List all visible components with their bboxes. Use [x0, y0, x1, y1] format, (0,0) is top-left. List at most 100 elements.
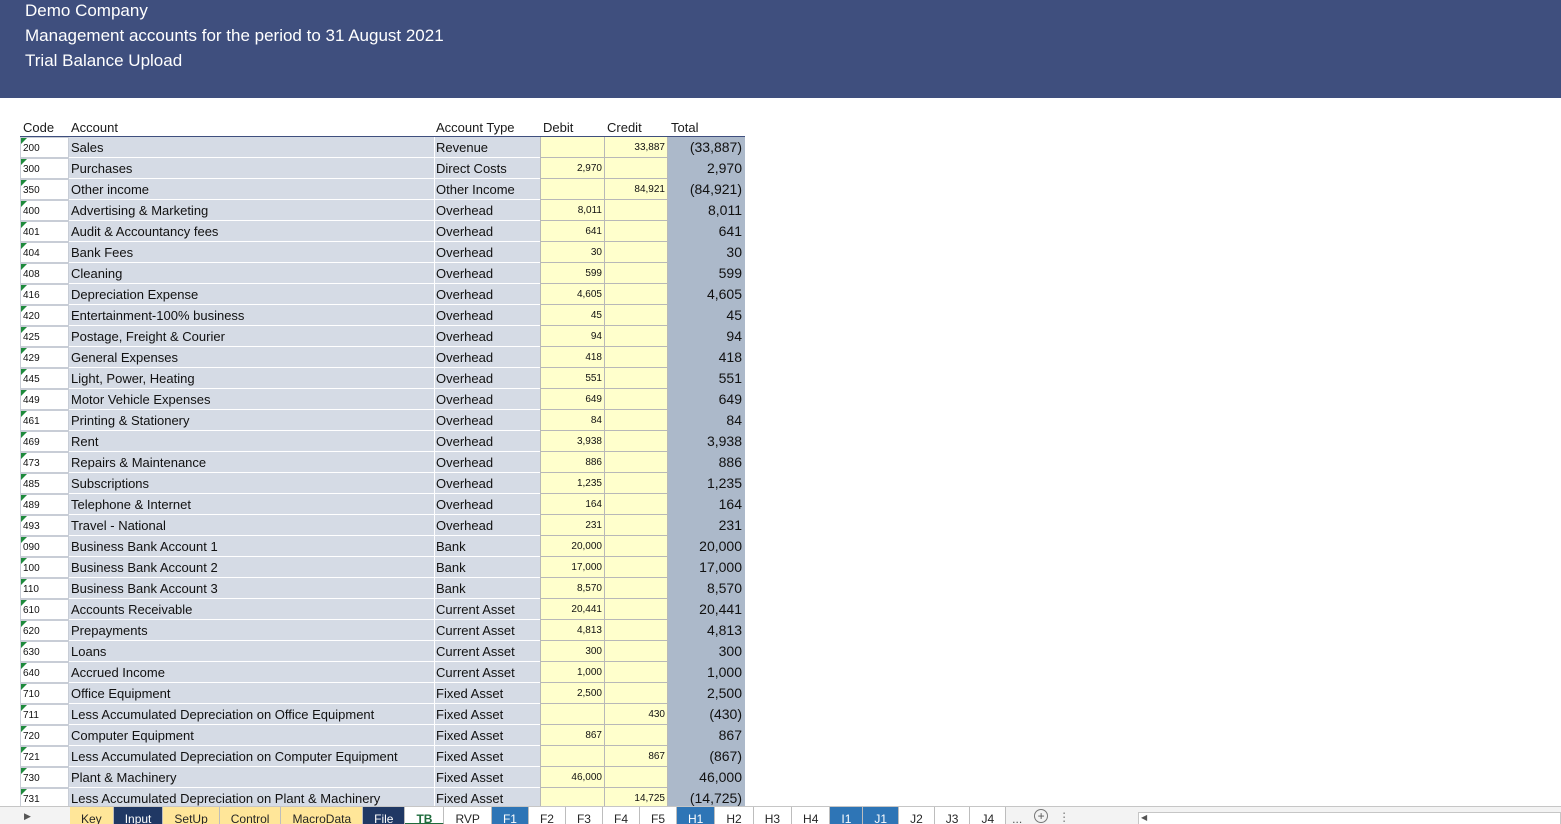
total-cell[interactable]: 94	[668, 326, 745, 347]
account-type-cell[interactable]: Revenue	[435, 137, 540, 158]
header-total[interactable]: Total	[671, 120, 698, 135]
account-type-cell[interactable]: Bank	[435, 536, 540, 557]
account-cell[interactable]: Advertising & Marketing	[69, 200, 435, 221]
header-account-type[interactable]: Account Type	[436, 120, 515, 135]
account-cell[interactable]: Sales	[69, 137, 435, 158]
code-cell[interactable]: 445	[20, 368, 69, 389]
code-cell[interactable]: 710	[20, 683, 69, 704]
code-cell[interactable]: 429	[20, 347, 69, 368]
credit-cell[interactable]	[604, 536, 668, 557]
sheet-tab-rvp[interactable]: RVP	[444, 807, 492, 824]
credit-cell[interactable]	[604, 242, 668, 263]
total-cell[interactable]: 2,970	[668, 158, 745, 179]
credit-cell[interactable]	[604, 662, 668, 683]
code-cell[interactable]: 640	[20, 662, 69, 683]
sheet-tab-i1[interactable]: I1	[830, 807, 864, 824]
debit-cell[interactable]: 551	[540, 368, 604, 389]
account-cell[interactable]: Printing & Stationery	[69, 410, 435, 431]
code-cell[interactable]: 416	[20, 284, 69, 305]
account-type-cell[interactable]: Bank	[435, 557, 540, 578]
account-cell[interactable]: Audit & Accountancy fees	[69, 221, 435, 242]
code-cell[interactable]: 420	[20, 305, 69, 326]
account-type-cell[interactable]: Bank	[435, 578, 540, 599]
debit-cell[interactable]	[540, 179, 604, 200]
account-type-cell[interactable]: Overhead	[435, 473, 540, 494]
account-type-cell[interactable]: Overhead	[435, 284, 540, 305]
sheet-tab-f4[interactable]: F4	[602, 807, 640, 824]
account-cell[interactable]: General Expenses	[69, 347, 435, 368]
total-cell[interactable]: (84,921)	[668, 179, 745, 200]
account-cell[interactable]: Office Equipment	[69, 683, 435, 704]
debit-cell[interactable]: 599	[540, 263, 604, 284]
sheet-tab-f1[interactable]: F1	[491, 807, 529, 824]
total-cell[interactable]: 20,000	[668, 536, 745, 557]
add-sheet-icon[interactable]: +	[1034, 809, 1049, 823]
debit-cell[interactable]: 300	[540, 641, 604, 662]
credit-cell[interactable]	[604, 620, 668, 641]
debit-cell[interactable]	[540, 137, 604, 158]
code-cell[interactable]: 469	[20, 431, 69, 452]
total-cell[interactable]: 649	[668, 389, 745, 410]
account-cell[interactable]: Less Accumulated Depreciation on Compute…	[69, 746, 435, 767]
account-cell[interactable]: Cleaning	[69, 263, 435, 284]
total-cell[interactable]: (430)	[668, 704, 745, 725]
sheet-tab-h3[interactable]: H3	[753, 807, 793, 824]
credit-cell[interactable]: 33,887	[604, 137, 668, 158]
sheet-tab-j2[interactable]: J2	[899, 807, 935, 824]
account-cell[interactable]: Subscriptions	[69, 473, 435, 494]
credit-cell[interactable]	[604, 410, 668, 431]
credit-cell[interactable]	[604, 263, 668, 284]
code-cell[interactable]: 300	[20, 158, 69, 179]
account-cell[interactable]: Loans	[69, 641, 435, 662]
debit-cell[interactable]: 20,000	[540, 536, 604, 557]
account-type-cell[interactable]: Overhead	[435, 368, 540, 389]
total-cell[interactable]: 3,938	[668, 431, 745, 452]
account-cell[interactable]: Light, Power, Heating	[69, 368, 435, 389]
account-cell[interactable]: Business Bank Account 1	[69, 536, 435, 557]
total-cell[interactable]: 30	[668, 242, 745, 263]
credit-cell[interactable]	[604, 515, 668, 536]
credit-cell[interactable]	[604, 200, 668, 221]
account-type-cell[interactable]: Overhead	[435, 347, 540, 368]
debit-cell[interactable]	[540, 746, 604, 767]
total-cell[interactable]: (33,887)	[668, 137, 745, 158]
sheet-nav-right-icon[interactable]: ▶	[24, 811, 31, 822]
total-cell[interactable]: 867	[668, 725, 745, 746]
total-cell[interactable]: 2,500	[668, 683, 745, 704]
account-type-cell[interactable]: Overhead	[435, 305, 540, 326]
account-type-cell[interactable]: Other Income	[435, 179, 540, 200]
code-cell[interactable]: 110	[20, 578, 69, 599]
total-cell[interactable]: 46,000	[668, 767, 745, 788]
sheet-tab-h2[interactable]: H2	[715, 807, 754, 824]
code-cell[interactable]: 200	[20, 137, 69, 158]
account-type-cell[interactable]: Overhead	[435, 389, 540, 410]
credit-cell[interactable]	[604, 326, 668, 347]
debit-cell[interactable]: 20,441	[540, 599, 604, 620]
account-type-cell[interactable]: Overhead	[435, 242, 540, 263]
code-cell[interactable]: 620	[20, 620, 69, 641]
code-cell[interactable]: 721	[20, 746, 69, 767]
code-cell[interactable]: 485	[20, 473, 69, 494]
credit-cell[interactable]: 867	[604, 746, 668, 767]
credit-cell[interactable]	[604, 305, 668, 326]
account-cell[interactable]: Less Accumulated Depreciation on Office …	[69, 704, 435, 725]
credit-cell[interactable]	[604, 389, 668, 410]
total-cell[interactable]: 599	[668, 263, 745, 284]
debit-cell[interactable]: 8,011	[540, 200, 604, 221]
account-cell[interactable]: Purchases	[69, 158, 435, 179]
total-cell[interactable]: 1,235	[668, 473, 745, 494]
more-sheets-indicator[interactable]: ...	[1006, 807, 1028, 824]
account-cell[interactable]: Motor Vehicle Expenses	[69, 389, 435, 410]
account-cell[interactable]: Computer Equipment	[69, 725, 435, 746]
debit-cell[interactable]: 8,570	[540, 578, 604, 599]
header-debit[interactable]: Debit	[543, 120, 573, 135]
debit-cell[interactable]: 94	[540, 326, 604, 347]
debit-cell[interactable]: 164	[540, 494, 604, 515]
code-cell[interactable]: 711	[20, 704, 69, 725]
debit-cell[interactable]: 886	[540, 452, 604, 473]
total-cell[interactable]: 45	[668, 305, 745, 326]
credit-cell[interactable]	[604, 284, 668, 305]
sheet-tab-input[interactable]: Input	[113, 807, 164, 824]
account-type-cell[interactable]: Overhead	[435, 263, 540, 284]
account-cell[interactable]: Postage, Freight & Courier	[69, 326, 435, 347]
